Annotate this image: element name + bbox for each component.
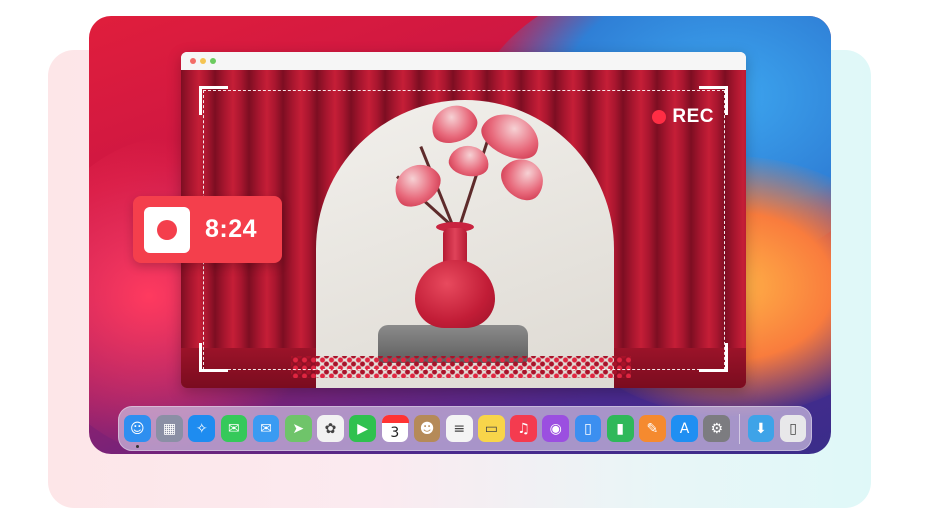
calendar-day-number: 3 [390,424,400,441]
running-indicator [136,445,139,448]
contacts-icon[interactable]: ☻ [413,415,441,442]
capture-corner-handle[interactable] [699,343,728,372]
calendar-month-strip [381,415,409,423]
elapsed-time: 8:24 [205,215,258,243]
record-stop-button[interactable] [144,206,190,253]
dock: ☺ ▦ ✧ ✉ ✉ ➤ ✿ ▶ 3 ☻ ≡ ▭ ♫ ◉ ▯ ▮ ✎ A ⚙ ⬇ ▯ [118,406,812,451]
close-window-button[interactable] [190,58,196,64]
reminders-icon[interactable]: ≡ [445,415,473,442]
notes-icon-glyph: ▭ [484,420,499,437]
reminders-icon-glyph: ≡ [453,420,466,437]
zoom-window-button[interactable] [210,58,216,64]
messages-icon-glyph: ✉ [228,420,240,437]
pages-icon-glyph: ✎ [646,420,659,437]
app-store-icon-glyph: A [679,420,690,437]
numbers-icon[interactable]: ▮ [606,415,634,442]
keynote-icon-glyph: ▯ [584,420,592,437]
maps-icon-glyph: ➤ [292,420,305,437]
maps-icon[interactable]: ➤ [284,415,312,442]
system-preferences-icon[interactable]: ⚙ [703,415,731,442]
rec-indicator: REC [652,106,714,128]
recording-timer-widget: 8:24 [133,196,282,263]
mail-icon[interactable]: ✉ [252,415,280,442]
podcasts-icon[interactable]: ◉ [542,415,570,442]
facetime-icon-glyph: ▶ [357,420,369,437]
launchpad-icon-glyph: ▦ [162,420,177,437]
rec-label: REC [672,106,714,127]
downloads-folder-icon-glyph: ⬇ [755,420,767,437]
capture-corner-handle[interactable] [199,343,228,372]
keynote-icon[interactable]: ▯ [574,415,602,442]
app-store-icon[interactable]: A [671,415,698,442]
safari-icon-glyph: ✧ [195,420,208,437]
music-icon[interactable]: ♫ [510,415,537,442]
music-icon-glyph: ♫ [517,420,530,437]
contacts-icon-glyph: ☻ [419,420,435,437]
notes-icon[interactable]: ▭ [478,415,505,442]
window-titlebar[interactable] [181,52,746,71]
photos-icon[interactable]: ✿ [317,415,344,442]
record-dot-icon [652,110,667,124]
pages-icon[interactable]: ✎ [639,415,666,442]
mail-icon-glyph: ✉ [260,420,272,437]
dock-separator [738,413,740,444]
numbers-icon-glyph: ▮ [616,420,625,437]
finder-icon-glyph: ☺ [130,420,145,437]
trash-icon-glyph: ▯ [789,420,797,437]
trash-icon[interactable]: ▯ [779,415,807,442]
facetime-icon[interactable]: ▶ [349,415,376,442]
minimize-window-button[interactable] [200,58,206,64]
system-preferences-icon-glyph: ⚙ [710,420,723,437]
downloads-folder-icon[interactable]: ⬇ [747,415,775,442]
record-icon [157,219,177,240]
finder-icon[interactable]: ☺ [124,415,151,448]
messages-icon[interactable]: ✉ [220,415,248,442]
photos-icon-glyph: ✿ [324,420,337,437]
capture-corner-handle[interactable] [199,86,228,115]
calendar-icon[interactable]: 3 [381,415,409,442]
launchpad-icon[interactable]: ▦ [156,415,183,442]
safari-icon[interactable]: ✧ [188,415,216,442]
podcasts-icon-glyph: ◉ [549,420,562,437]
